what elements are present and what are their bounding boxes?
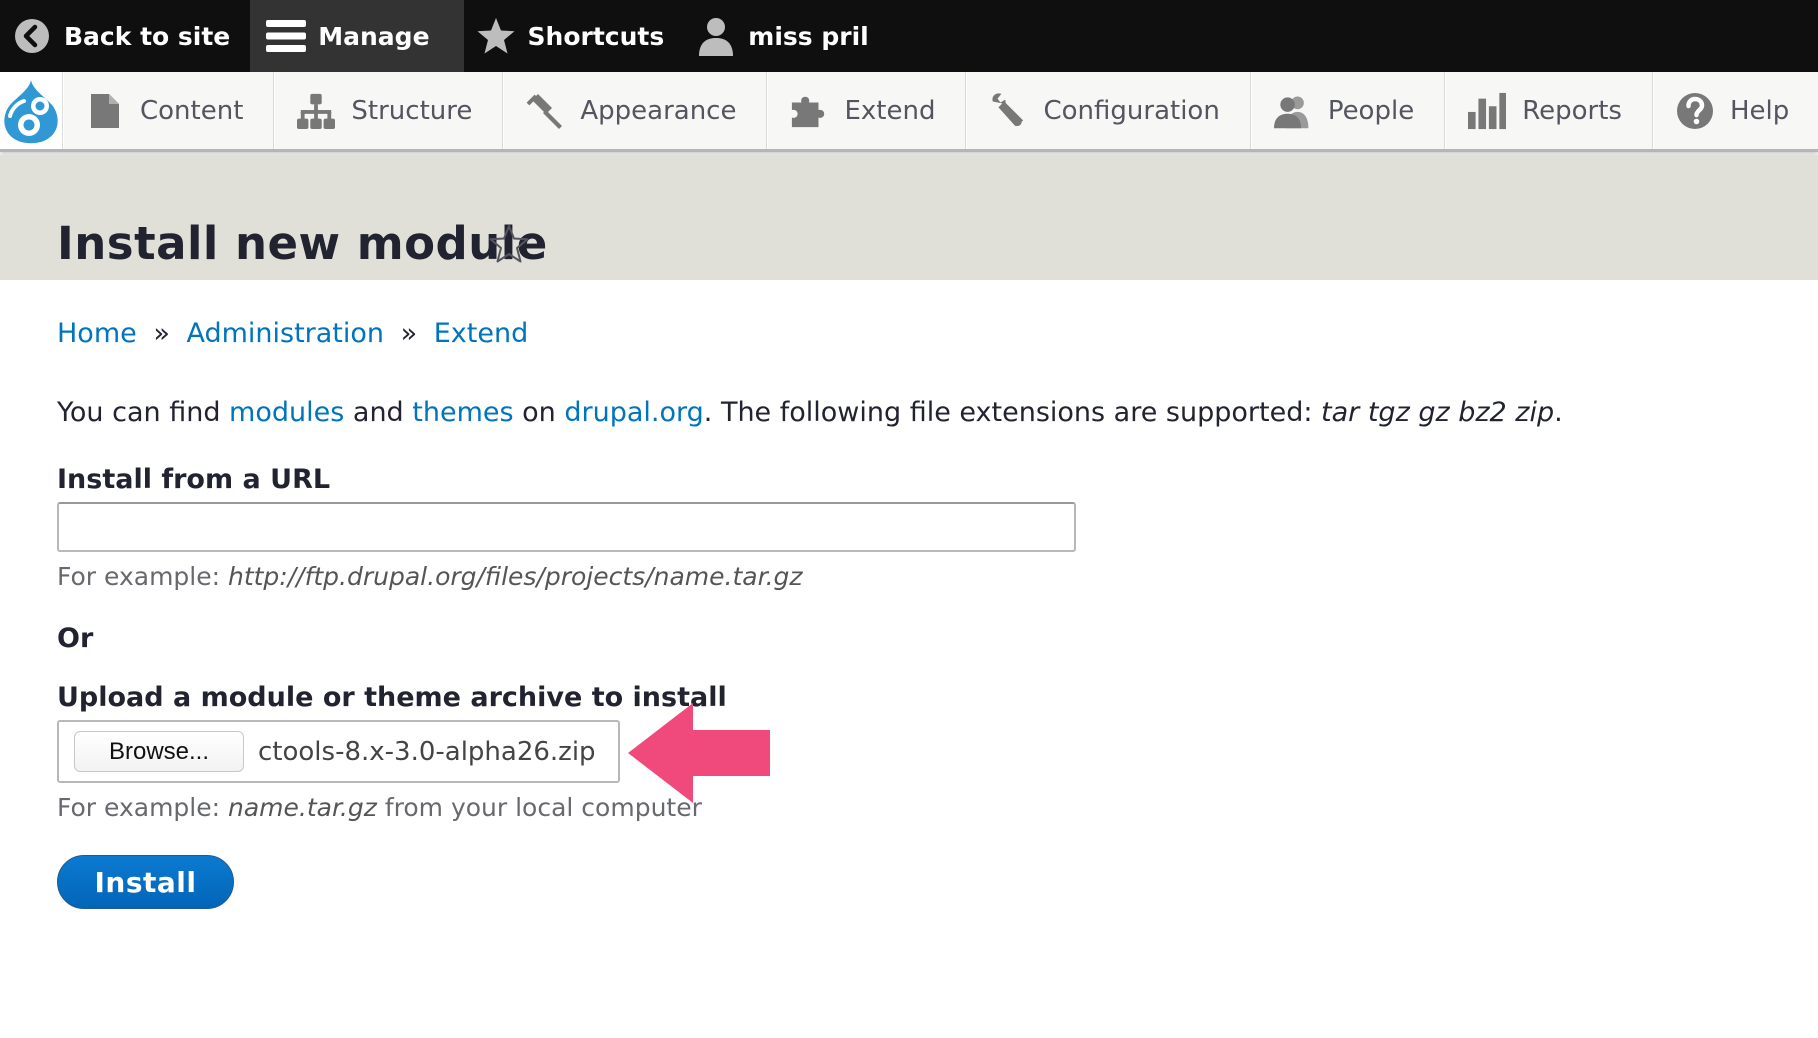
user-tab[interactable]: miss pril [684, 0, 888, 72]
tray-item-label: People [1327, 95, 1415, 126]
help-on: on [513, 397, 565, 428]
tray-item-label: Content [140, 95, 244, 126]
manage-tab[interactable]: Manage [250, 0, 464, 72]
tray-item-extend[interactable]: Extend [767, 72, 967, 149]
tray-item-help[interactable]: Help [1652, 72, 1818, 149]
help-end: . [1554, 397, 1563, 428]
tray-item-people[interactable]: People [1250, 72, 1446, 149]
appearance-icon [526, 92, 564, 130]
upload-desc-suffix: from your local computer [376, 793, 702, 822]
browse-button[interactable]: Browse... [74, 731, 244, 772]
help-text: You can find modules and themes on drupa… [57, 397, 1563, 428]
breadcrumb-administration-link[interactable]: Administration [186, 318, 384, 349]
menu-icon [266, 16, 307, 56]
manage-label: Manage [318, 21, 430, 51]
drupal-logo[interactable] [0, 72, 63, 149]
upload-archive-description: For example: name.tar.gz from your local… [57, 793, 702, 822]
breadcrumb-separator: » [153, 318, 170, 349]
install-url-input[interactable] [57, 502, 1076, 552]
modules-link[interactable]: modules [229, 397, 344, 428]
reports-icon [1468, 92, 1507, 130]
help-prefix: You can find [57, 397, 230, 428]
upload-desc-example: name.tar.gz [227, 793, 377, 822]
install-url-description: For example: http://ftp.drupal.org/files… [57, 562, 803, 591]
or-label: Or [57, 623, 94, 654]
content-icon [86, 92, 124, 130]
url-desc-prefix: For example: [57, 562, 228, 591]
selected-file-name: ctools-8.x-3.0-alpha26.zip [258, 736, 596, 767]
back-to-site-label: Back to site [64, 21, 231, 51]
tray-item-configuration[interactable]: Configuration [966, 72, 1251, 149]
supported-extensions: tar tgz gz bz2 zip [1321, 397, 1555, 428]
shortcuts-tab[interactable]: Shortcuts [464, 0, 685, 72]
tray-item-label: Appearance [580, 95, 737, 126]
upload-archive-label: Upload a module or theme archive to inst… [57, 682, 727, 713]
tray-item-label: Reports [1522, 95, 1622, 126]
back-to-site-link[interactable]: Back to site [0, 0, 250, 72]
breadcrumb-separator: » [400, 318, 418, 349]
tray-item-reports[interactable]: Reports [1445, 72, 1653, 149]
tray-item-label: Help [1729, 95, 1790, 126]
tray-item-label: Configuration [1043, 95, 1220, 126]
breadcrumb: Home » Administration » Extend [57, 318, 528, 349]
install-button[interactable]: Install [57, 855, 234, 909]
breadcrumb-extend-link[interactable]: Extend [434, 318, 529, 349]
shortcuts-label: Shortcuts [527, 21, 665, 51]
upload-desc-prefix: For example: [57, 793, 228, 822]
tray-item-content[interactable]: Content [63, 72, 275, 149]
themes-link[interactable]: themes [412, 397, 513, 428]
tray-item-label: Extend [844, 95, 936, 126]
extend-icon [790, 92, 828, 130]
chevron-left-circle-icon [12, 16, 52, 56]
tray-item-structure[interactable]: Structure [274, 72, 504, 149]
toolbar-bar: Back to site Manage Shortcuts miss pril [0, 0, 1818, 72]
user-icon [696, 16, 736, 56]
star-icon [476, 16, 516, 56]
url-desc-example: http://ftp.drupal.org/files/projects/nam… [227, 562, 803, 591]
user-label: miss pril [748, 21, 869, 51]
page-title: Install new module [57, 217, 548, 270]
tray-item-appearance[interactable]: Appearance [503, 72, 768, 149]
breadcrumb-home-link[interactable]: Home [57, 318, 137, 349]
structure-icon [297, 92, 336, 130]
people-icon [1273, 92, 1312, 130]
admin-tray: Content Structure Appearance Extend Conf… [0, 72, 1818, 152]
drupal-drop-icon [4, 79, 58, 143]
help-suffix: . The following file extensions are supp… [703, 397, 1322, 428]
favorite-star-icon[interactable] [488, 223, 530, 265]
help-and: and [344, 397, 413, 428]
pointer-arrow-icon [628, 703, 770, 803]
tray-item-label: Structure [351, 95, 473, 126]
file-upload-field[interactable]: Browse... ctools-8.x-3.0-alpha26.zip [57, 720, 620, 783]
configuration-icon [989, 92, 1027, 130]
install-url-label: Install from a URL [57, 464, 331, 495]
drupal-org-link[interactable]: drupal.org [564, 397, 703, 428]
page-header: Install new module [0, 155, 1818, 280]
help-icon [1676, 92, 1714, 130]
